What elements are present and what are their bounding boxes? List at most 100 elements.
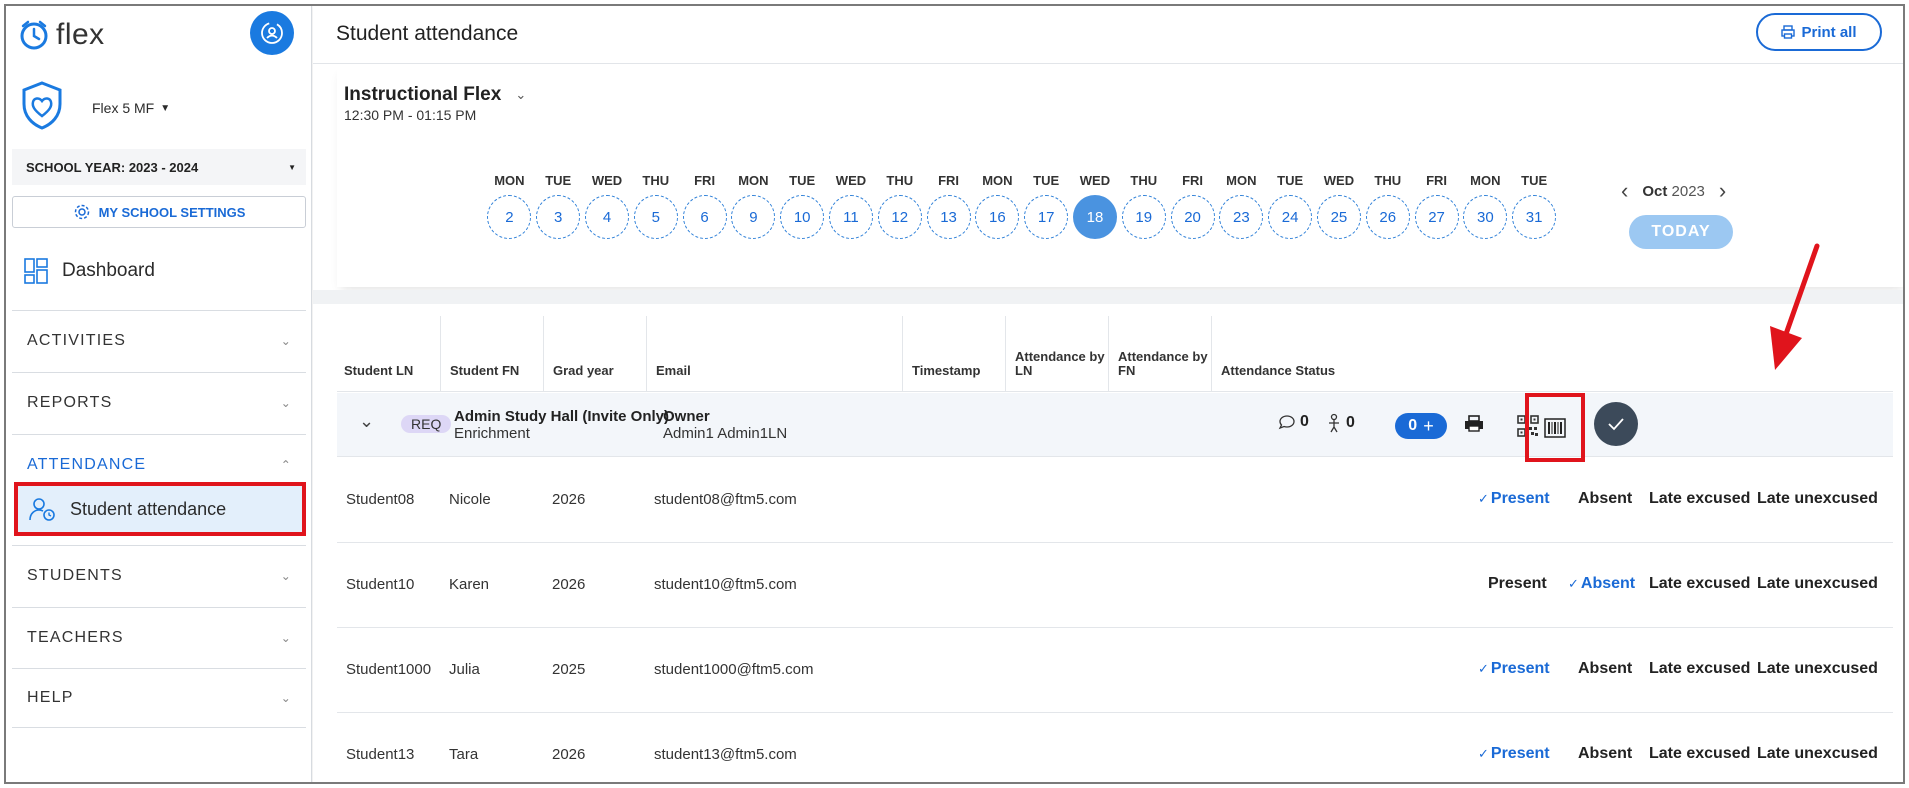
day-circle[interactable]: 3 [536,195,581,239]
status-late-excused-button[interactable]: Late excused [1649,745,1750,763]
status-absent-button[interactable]: Absent [1578,490,1632,508]
status-late-unexcused-button[interactable]: Late unexcused [1757,575,1878,593]
day-circle[interactable]: 24 [1268,195,1313,239]
date-26[interactable]: THU 26 [1363,173,1412,239]
col-student-ln[interactable]: Student LN [337,316,440,392]
day-circle[interactable]: 18 [1072,195,1117,239]
chevron-left-icon[interactable]: ‹ [1621,178,1628,204]
flex-logo[interactable]: flex [18,18,105,52]
status-late-excused-button[interactable]: Late excused [1649,660,1750,678]
day-circle[interactable]: 30 [1463,195,1508,239]
col-attendance-by-ln[interactable]: Attendance by LN [1005,316,1108,392]
date-30[interactable]: MON 30 [1461,173,1510,239]
sidebar-section-reports[interactable]: REPORTS ⌄ [12,372,306,432]
day-circle[interactable]: 6 [682,195,727,239]
day-circle[interactable]: 5 [633,195,678,239]
col-attendance-status[interactable]: Attendance Status [1211,316,1611,392]
status-present-button[interactable]: ✓ Present [1478,490,1550,508]
status-present-button[interactable]: ✓ Present [1478,660,1550,678]
day-circle[interactable]: 2 [487,195,532,239]
day-circle[interactable]: 31 [1512,195,1557,239]
status-late-unexcused-button[interactable]: Late unexcused [1757,490,1878,508]
day-circle[interactable]: 4 [584,195,629,239]
chevron-right-icon[interactable]: › [1719,178,1726,204]
day-circle[interactable]: 25 [1316,195,1361,239]
day-circle[interactable]: 19 [1121,195,1166,239]
day-circle[interactable]: 20 [1170,195,1215,239]
date-2[interactable]: MON 2 [485,173,534,239]
col-grad-year[interactable]: Grad year [543,316,646,392]
status-late-unexcused-button[interactable]: Late unexcused [1757,660,1878,678]
day-circle[interactable]: 16 [975,195,1020,239]
status-absent-button[interactable]: Absent [1578,660,1632,678]
status-present-button[interactable]: Present [1488,575,1547,593]
expand-chevron-icon[interactable]: ⌄ [359,411,374,432]
day-circle[interactable]: 12 [877,195,922,239]
date-4[interactable]: WED 4 [583,173,632,239]
sidebar: flex Flex 5 MF ▼ SCHOOL YEAR: 2023 - 202… [6,6,312,782]
date-11[interactable]: WED 11 [827,173,876,239]
date-9[interactable]: MON 9 [729,173,778,239]
day-circle[interactable]: 10 [780,195,825,239]
status-absent-button[interactable]: ✓ Absent [1568,575,1635,593]
status-late-unexcused-button[interactable]: Late unexcused [1757,745,1878,763]
printer-icon[interactable] [1464,415,1484,433]
today-button[interactable]: TODAY [1629,215,1733,249]
main-content: Student attendance Print all Instruction… [313,6,1903,782]
date-24[interactable]: TUE 24 [1266,173,1315,239]
day-circle[interactable]: 23 [1219,195,1264,239]
date-17[interactable]: TUE 17 [1022,173,1071,239]
date-18[interactable]: WED 18 [1071,173,1120,239]
status-late-excused-button[interactable]: Late excused [1649,490,1750,508]
cell-email: student1000@ftm5.com [654,661,814,678]
day-circle[interactable]: 13 [926,195,971,239]
col-email[interactable]: Email [646,316,902,392]
sidebar-section-help[interactable]: HELP ⌄ [12,668,306,728]
day-circle[interactable]: 26 [1365,195,1410,239]
sidebar-section-activities[interactable]: ACTIVITIES ⌄ [12,310,306,370]
barcode-scan-button[interactable] [1525,393,1585,462]
date-5[interactable]: THU 5 [631,173,680,239]
col-attendance-by-fn[interactable]: Attendance by FN [1108,316,1211,392]
date-10[interactable]: TUE 10 [778,173,827,239]
status-absent-button[interactable]: Absent [1578,745,1632,763]
add-student-button[interactable]: 0 + [1395,413,1447,439]
day-circle[interactable]: 27 [1414,195,1459,239]
day-of-week: FRI [938,173,960,188]
flex-period-select[interactable]: Instructional Flex ⌄ [344,84,526,106]
day-circle[interactable]: 17 [1024,195,1069,239]
sync-account-button[interactable] [250,11,294,55]
date-13[interactable]: FRI 13 [924,173,973,239]
day-of-week: FRI [1426,173,1448,188]
status-late-excused-button[interactable]: Late excused [1649,575,1750,593]
comments-button[interactable]: 0 [1278,413,1309,431]
date-23[interactable]: MON 23 [1217,173,1266,239]
my-school-settings-button[interactable]: MY SCHOOL SETTINGS [12,196,306,228]
sidebar-section-teachers[interactable]: TEACHERS ⌄ [12,607,306,667]
date-27[interactable]: FRI 27 [1412,173,1461,239]
day-circle[interactable]: 11 [828,195,873,239]
participants-button[interactable]: 0 [1326,413,1355,433]
school-year-select[interactable]: SCHOOL YEAR: 2023 - 2024 ▼ [12,149,306,185]
flex-period-panel: Instructional Flex ⌄ 12:30 PM - 01:15 PM… [337,65,1903,287]
date-16[interactable]: MON 16 [973,173,1022,239]
chevron-down-icon: ⌄ [280,395,292,410]
print-all-button[interactable]: Print all [1756,13,1882,51]
sidebar-item-dashboard[interactable]: Dashboard [24,258,155,284]
date-25[interactable]: WED 25 [1315,173,1364,239]
col-timestamp[interactable]: Timestamp [902,316,1005,392]
status-present-button[interactable]: ✓ Present [1478,745,1550,763]
date-31[interactable]: TUE 31 [1510,173,1559,239]
date-19[interactable]: THU 19 [1119,173,1168,239]
day-circle[interactable]: 9 [731,195,776,239]
mark-all-complete-button[interactable] [1594,402,1638,446]
sidebar-section-students[interactable]: STUDENTS ⌄ [12,545,306,605]
sidebar-item-student-attendance[interactable]: Student attendance [14,482,306,536]
date-12[interactable]: THU 12 [875,173,924,239]
date-20[interactable]: FRI 20 [1168,173,1217,239]
date-6[interactable]: FRI 6 [680,173,729,239]
col-student-fn[interactable]: Student FN [440,316,543,392]
school-switcher[interactable]: Flex 5 MF ▼ [92,100,170,116]
date-3[interactable]: TUE 3 [534,173,583,239]
chevron-down-icon: ⌄ [280,333,292,348]
